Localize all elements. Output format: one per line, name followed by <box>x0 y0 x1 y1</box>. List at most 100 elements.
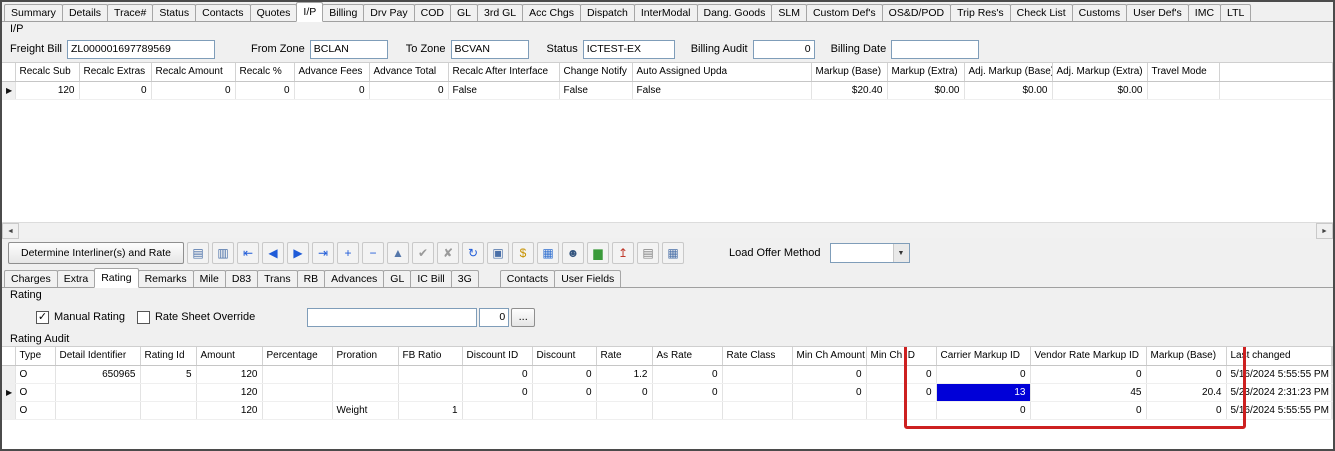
determine-interliners-rate-button[interactable]: Determine Interliner(s) and Rate <box>8 242 184 264</box>
cell-discount[interactable]: 0 <box>532 383 596 401</box>
tab-check-list[interactable]: Check List <box>1010 4 1073 21</box>
cell-discount[interactable] <box>532 401 596 419</box>
column-header-travel-mode[interactable]: Travel Mode <box>1147 63 1219 81</box>
cell-vendor-rate-markup-id[interactable]: 0 <box>1030 401 1146 419</box>
cell-rating-id[interactable]: 5 <box>140 365 196 383</box>
column-header-fb-ratio[interactable]: FB Ratio <box>398 347 462 365</box>
column-header-recalc[interactable]: Recalc % <box>235 63 294 81</box>
tab-charges[interactable]: Charges <box>4 270 58 287</box>
column-header-min-ch-amount[interactable]: Min Ch Amount <box>792 347 866 365</box>
tab-user-fields[interactable]: User Fields <box>554 270 621 287</box>
cell-amount[interactable]: 120 <box>196 365 262 383</box>
cell-adj-markup-extra[interactable]: $0.00 <box>1052 81 1147 99</box>
cell-as-rate[interactable]: 0 <box>652 383 722 401</box>
cell-fb-ratio[interactable] <box>398 383 462 401</box>
cell-auto-assigned-upda[interactable]: False <box>632 81 811 99</box>
cell-markup-base[interactable]: $20.40 <box>811 81 887 99</box>
cell-advance-total[interactable]: 0 <box>369 81 448 99</box>
cell-carrier-markup-id[interactable]: 0 <box>936 365 1030 383</box>
to-zone-input[interactable] <box>451 40 529 59</box>
first-record-icon[interactable]: ⇤ <box>237 242 259 264</box>
manual-rating-checkbox[interactable]: ✓ <box>36 311 49 324</box>
cell-rate-class[interactable] <box>722 401 792 419</box>
rate-sheet-override-checkbox[interactable] <box>137 311 150 324</box>
from-zone-input[interactable] <box>310 40 388 59</box>
column-header-min-ch-id[interactable]: Min Ch ID <box>866 347 936 365</box>
cell-markup-extra[interactable]: $0.00 <box>887 81 964 99</box>
cell-detail-identifier[interactable] <box>55 401 140 419</box>
tab-advances[interactable]: Advances <box>324 270 384 287</box>
tab-imc[interactable]: IMC <box>1188 4 1221 21</box>
tab-trace[interactable]: Trace# <box>107 4 153 21</box>
column-header-markup-base[interactable]: Markup (Base) <box>1146 347 1226 365</box>
column-header-discount[interactable]: Discount <box>532 347 596 365</box>
cell-vendor-rate-markup-id[interactable]: 0 <box>1030 365 1146 383</box>
money-icon[interactable]: $ <box>512 242 534 264</box>
cell-type[interactable]: O <box>15 365 55 383</box>
cell-carrier-markup-id[interactable]: 13 <box>936 383 1030 401</box>
tab-extra[interactable]: Extra <box>57 270 96 287</box>
tab-slm[interactable]: SLM <box>771 4 807 21</box>
cell-detail-identifier[interactable] <box>55 383 140 401</box>
column-header-proration[interactable]: Proration <box>332 347 398 365</box>
cell-min-ch-id[interactable]: 0 <box>866 365 936 383</box>
table-view-icon[interactable]: ▤ <box>187 242 209 264</box>
scroll-left-button[interactable]: ◄ <box>2 223 19 239</box>
tab-d83[interactable]: D83 <box>225 270 258 287</box>
column-header-auto-assigned-upda[interactable]: Auto Assigned Upda <box>632 63 811 81</box>
form-view-icon[interactable]: ▥ <box>212 242 234 264</box>
row-selector[interactable] <box>2 401 15 419</box>
column-header-markup-extra[interactable]: Markup (Extra) <box>887 63 964 81</box>
screen-icon[interactable]: ▦ <box>537 242 559 264</box>
tab-dispatch[interactable]: Dispatch <box>580 4 635 21</box>
column-header-last-changed[interactable]: Last changed <box>1226 347 1331 365</box>
column-header-rate-class[interactable]: Rate Class <box>722 347 792 365</box>
column-header-advance-fees[interactable]: Advance Fees <box>294 63 369 81</box>
edit-record-icon[interactable]: ▲ <box>387 242 409 264</box>
cell-last-changed[interactable]: 5/16/2024 5:55:55 PM <box>1226 365 1331 383</box>
tab-os-d-pod[interactable]: OS&D/POD <box>882 4 951 21</box>
cell-proration[interactable] <box>332 383 398 401</box>
cell-as-rate[interactable] <box>652 401 722 419</box>
column-header-recalc-after-interface[interactable]: Recalc After Interface <box>448 63 559 81</box>
current-row-marker[interactable]: ▶ <box>2 383 15 401</box>
tab-gl[interactable]: GL <box>450 4 478 21</box>
column-header-rate[interactable]: Rate <box>596 347 652 365</box>
cell-proration[interactable] <box>332 365 398 383</box>
cell-proration[interactable]: Weight <box>332 401 398 419</box>
next-record-icon[interactable]: ▶ <box>287 242 309 264</box>
column-header-discount-id[interactable]: Discount ID <box>462 347 532 365</box>
tab-ic-bill[interactable]: IC Bill <box>410 270 451 287</box>
tab-contacts[interactable]: Contacts <box>500 270 555 287</box>
column-header-recalc-amount[interactable]: Recalc Amount <box>151 63 235 81</box>
refresh-icon[interactable]: ↻ <box>462 242 484 264</box>
tab-quotes[interactable]: Quotes <box>250 4 298 21</box>
column-header-amount[interactable]: Amount <box>196 347 262 365</box>
freight-bill-input[interactable] <box>67 40 215 59</box>
column-header-percentage[interactable]: Percentage <box>262 347 332 365</box>
cell-recalc-amount[interactable]: 0 <box>151 81 235 99</box>
tab-3g[interactable]: 3G <box>451 270 479 287</box>
column-header-carrier-markup-id[interactable]: Carrier Markup ID <box>936 347 1030 365</box>
cell-rating-id[interactable] <box>140 383 196 401</box>
tab-billing[interactable]: Billing <box>322 4 364 21</box>
cell-min-ch-amount[interactable] <box>792 401 866 419</box>
status-input[interactable] <box>583 40 675 59</box>
cell-discount-id[interactable] <box>462 401 532 419</box>
tab-details[interactable]: Details <box>62 4 108 21</box>
tab-rb[interactable]: RB <box>297 270 326 287</box>
tab-status[interactable]: Status <box>152 4 196 21</box>
cell-discount[interactable]: 0 <box>532 365 596 383</box>
current-row-marker[interactable]: ▶ <box>2 81 15 99</box>
tab-cod[interactable]: COD <box>414 4 451 21</box>
tab-drv-pay[interactable]: Drv Pay <box>363 4 414 21</box>
row-selector[interactable] <box>2 365 15 383</box>
cell-rate[interactable]: 1.2 <box>596 365 652 383</box>
cell-min-ch-id[interactable] <box>866 401 936 419</box>
cell-change-notify[interactable]: False <box>559 81 632 99</box>
horizontal-scrollbar[interactable]: ◄ ► <box>2 222 1333 238</box>
cell-carrier-markup-id[interactable]: 0 <box>936 401 1030 419</box>
billing-audit-input[interactable] <box>753 40 815 59</box>
tab-gl[interactable]: GL <box>383 270 411 287</box>
tab-acc-chgs[interactable]: Acc Chgs <box>522 4 581 21</box>
